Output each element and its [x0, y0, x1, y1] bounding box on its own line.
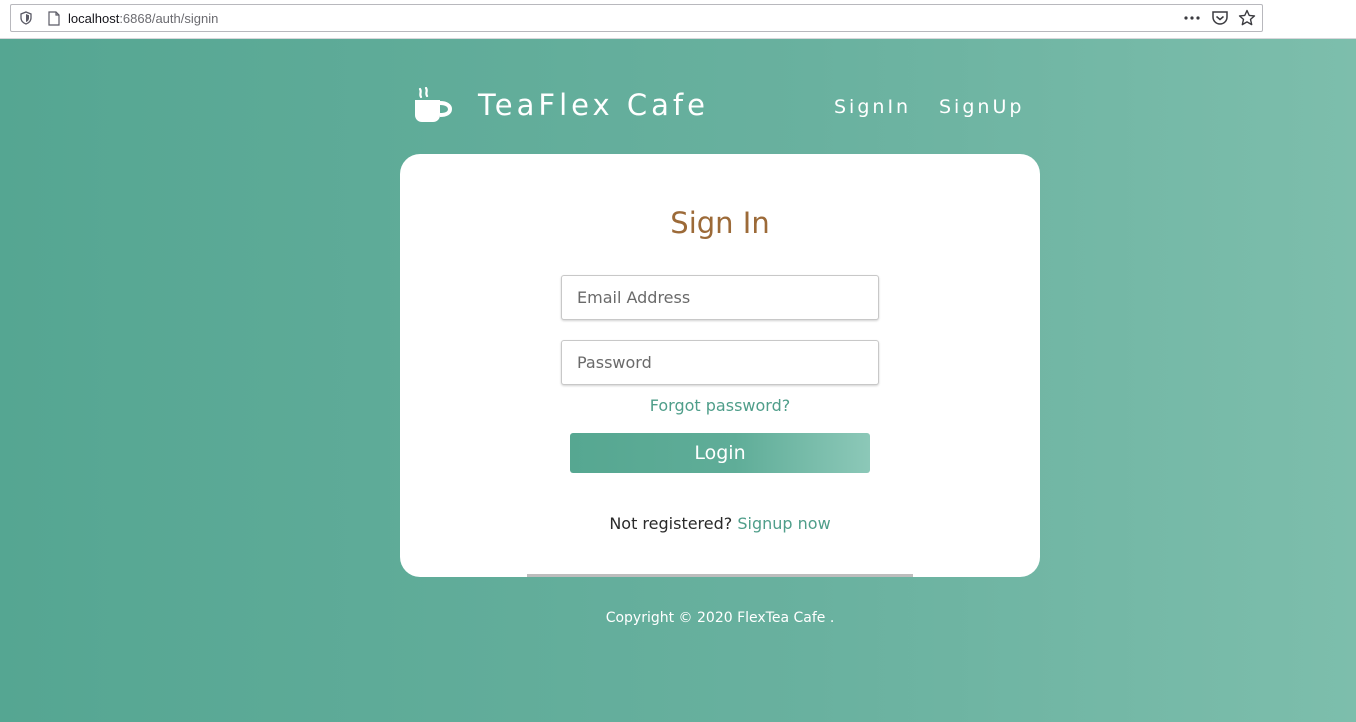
card-divider — [527, 574, 913, 577]
more-icon[interactable] — [1183, 13, 1201, 23]
signin-title: Sign In — [670, 206, 770, 240]
page-background: TeaFlex Cafe SignIn SignUp Sign In Forgo… — [0, 39, 1356, 722]
brand-title[interactable]: TeaFlex Cafe — [478, 88, 709, 122]
register-prompt: Not registered? — [609, 514, 733, 533]
email-field[interactable] — [561, 275, 879, 320]
url-host: localhost — [68, 11, 120, 26]
login-button[interactable]: Login — [570, 433, 870, 473]
signin-card: Sign In Forgot password? Login Not regis… — [400, 154, 1040, 577]
copyright-text: Copyright © 2020 FlexTea Cafe . — [605, 610, 835, 626]
nav-signin-link[interactable]: SignIn — [834, 96, 911, 118]
browser-toolbar: localhost:6868/auth/signin — [0, 0, 1356, 39]
register-row: Not registered? Signup now — [400, 514, 1040, 533]
url-text[interactable]: localhost:6868/auth/signin — [68, 11, 218, 26]
pocket-icon[interactable] — [1211, 10, 1229, 26]
signup-now-link[interactable]: Signup now — [737, 514, 830, 533]
shield-icon[interactable] — [19, 11, 33, 25]
url-bar[interactable]: localhost:6868/auth/signin — [10, 4, 1263, 32]
star-icon[interactable] — [1238, 9, 1256, 27]
url-path: :6868/auth/signin — [119, 11, 219, 26]
coffee-cup-icon — [415, 87, 452, 122]
password-field[interactable] — [561, 340, 879, 385]
page-icon — [48, 11, 60, 26]
forgot-password-link[interactable]: Forgot password? — [400, 396, 1040, 415]
nav-signup-link[interactable]: SignUp — [939, 96, 1024, 118]
